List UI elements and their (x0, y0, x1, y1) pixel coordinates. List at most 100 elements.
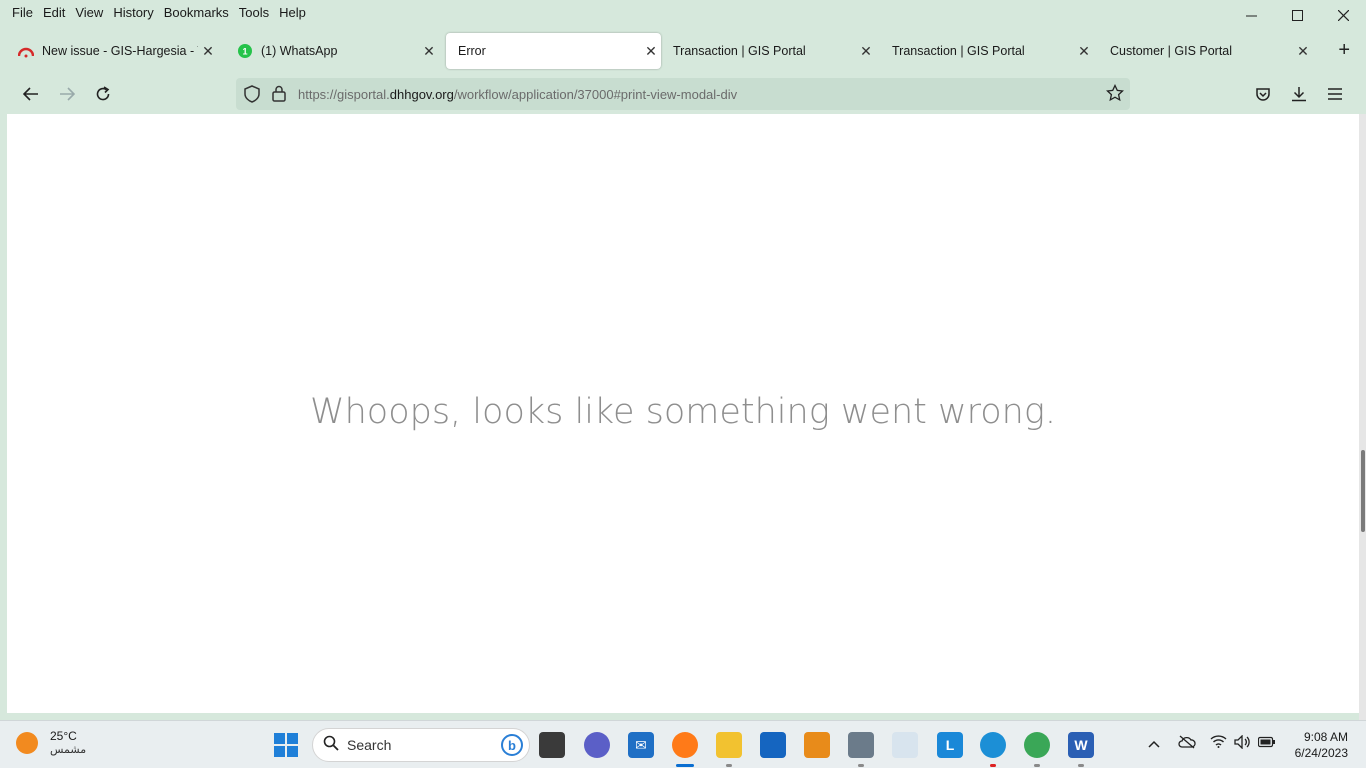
running-indicator (1034, 764, 1040, 767)
tab-title: New issue - GIS-Hargesia - Tea (42, 44, 198, 58)
tab-title: (1) WhatsApp (261, 44, 338, 58)
forward-button[interactable] (56, 83, 78, 105)
chevron-up-icon[interactable] (1148, 735, 1160, 751)
download-icon (1292, 87, 1306, 102)
tab-title: Transaction | GIS Portal (892, 44, 1025, 58)
close-tab-icon[interactable]: ✕ (641, 43, 661, 60)
shield-icon[interactable] (244, 85, 260, 108)
downloads-button[interactable] (1288, 83, 1310, 105)
bookmark-star-icon[interactable] (1106, 83, 1124, 107)
pocket-icon (1256, 87, 1270, 101)
new-tab-button[interactable]: + (1338, 39, 1350, 62)
search-icon (323, 735, 339, 756)
reload-button[interactable] (92, 83, 114, 105)
close-tab-icon[interactable]: ✕ (1074, 43, 1094, 60)
mail-icon[interactable]: ✉ (628, 732, 654, 758)
menu-bookmarks[interactable]: Bookmarks (164, 5, 229, 20)
menu-bar: File Edit View History Bookmarks Tools H… (0, 0, 1366, 24)
start-button[interactable] (273, 732, 299, 758)
taskbar: 25°C مشمس Search b ✉ L W 9:08 AM 6/24/20… (0, 720, 1366, 768)
error-message: Whoops, looks like something went wrong. (309, 392, 1056, 432)
taskbar-search[interactable]: Search b (312, 728, 530, 762)
tab-customer[interactable]: Customer | GIS Portal ✕ (1098, 33, 1313, 69)
menu-file[interactable]: File (12, 5, 33, 20)
close-window-button[interactable] (1320, 0, 1366, 30)
menu-tools[interactable]: Tools (239, 5, 269, 20)
menu-history[interactable]: History (113, 5, 153, 20)
cloud-offline-icon[interactable] (1178, 735, 1196, 752)
search-label: Search (347, 737, 392, 753)
page-content: Whoops, looks like something went wrong. (7, 114, 1359, 713)
edge-icon[interactable] (980, 732, 1006, 758)
calculator-icon[interactable] (848, 732, 874, 758)
store-icon[interactable] (760, 732, 786, 758)
app-icon[interactable] (804, 732, 830, 758)
pocket-button[interactable] (1252, 83, 1274, 105)
back-button[interactable] (20, 83, 42, 105)
firefox-icon[interactable] (672, 732, 698, 758)
task-view-icon[interactable] (539, 732, 565, 758)
chrome-icon[interactable] (1024, 732, 1050, 758)
tab-title: Transaction | GIS Portal (673, 44, 806, 58)
weather-widget[interactable]: 25°C مشمس (16, 729, 86, 756)
menu-edit[interactable]: Edit (43, 5, 65, 20)
running-indicator (726, 764, 732, 767)
clock-time: 9:08 AM (1303, 730, 1348, 744)
whatsapp-badge: 1 (242, 47, 247, 57)
windows-icon (274, 733, 298, 757)
back-arrow-icon (23, 87, 38, 101)
minimize-icon (1245, 15, 1257, 16)
volume-icon[interactable] (1234, 734, 1251, 752)
close-tab-icon[interactable]: ✕ (1293, 43, 1313, 60)
weather-temp: 25°C (50, 729, 77, 743)
battery-icon[interactable] (1257, 735, 1276, 751)
tab-title: Customer | GIS Portal (1110, 44, 1233, 58)
menu-view[interactable]: View (75, 5, 103, 20)
running-indicator (858, 764, 864, 767)
tab-strip: New issue - GIS-Hargesia - Tea ✕ 1 (1) W… (0, 33, 1366, 71)
tab-gitlab[interactable]: New issue - GIS-Hargesia - Tea ✕ (6, 33, 218, 69)
navigation-bar: https://gisportal.dhhgov.org/workflow/ap… (0, 74, 1366, 114)
gitlab-icon (18, 43, 34, 59)
tab-title: Error (458, 44, 486, 58)
clock-date: 6/24/2023 (1294, 746, 1348, 760)
active-app-indicator (676, 764, 694, 767)
reload-icon (96, 86, 110, 101)
close-tab-icon[interactable]: ✕ (419, 43, 439, 60)
menu-help[interactable]: Help (279, 5, 306, 20)
lock-icon[interactable] (272, 85, 286, 107)
close-tab-icon[interactable]: ✕ (856, 43, 876, 60)
running-indicator (1078, 764, 1084, 767)
tab-transaction-2[interactable]: Transaction | GIS Portal ✕ (880, 33, 1094, 69)
maximize-icon (1291, 9, 1303, 21)
file-explorer-icon[interactable] (716, 732, 742, 758)
close-icon (1337, 9, 1349, 21)
forward-arrow-icon (60, 87, 75, 101)
window-controls (1228, 0, 1366, 30)
close-tab-icon[interactable]: ✕ (198, 43, 218, 60)
l-app-icon[interactable]: L (937, 732, 963, 758)
teams-chat-icon[interactable] (584, 732, 610, 758)
maximize-button[interactable] (1274, 0, 1320, 30)
bing-icon[interactable]: b (501, 734, 523, 756)
word-icon[interactable]: W (1068, 732, 1094, 758)
menu-button[interactable] (1324, 83, 1346, 105)
tab-transaction-1[interactable]: Transaction | GIS Portal ✕ (661, 33, 876, 69)
system-clock[interactable]: 9:08 AM 6/24/2023 (1295, 729, 1348, 761)
plus-icon: + (1338, 39, 1350, 61)
url-bar[interactable]: https://gisportal.dhhgov.org/workflow/ap… (236, 78, 1130, 110)
snipping-tool-icon[interactable] (892, 732, 918, 758)
whatsapp-icon: 1 (237, 43, 253, 59)
wifi-icon[interactable] (1210, 735, 1227, 751)
tab-error[interactable]: Error ✕ (446, 33, 661, 69)
tab-whatsapp[interactable]: 1 (1) WhatsApp ✕ (225, 33, 439, 69)
scrollbar-thumb[interactable] (1361, 450, 1365, 532)
running-indicator (990, 764, 996, 767)
scrollbar-track[interactable] (1359, 114, 1366, 720)
hamburger-icon (1328, 88, 1342, 100)
url-text[interactable]: https://gisportal.dhhgov.org/workflow/ap… (298, 87, 737, 102)
minimize-button[interactable] (1228, 0, 1274, 30)
sun-icon (16, 731, 38, 754)
browser-window: File Edit View History Bookmarks Tools H… (0, 0, 1366, 720)
weather-desc: مشمس (50, 744, 87, 756)
